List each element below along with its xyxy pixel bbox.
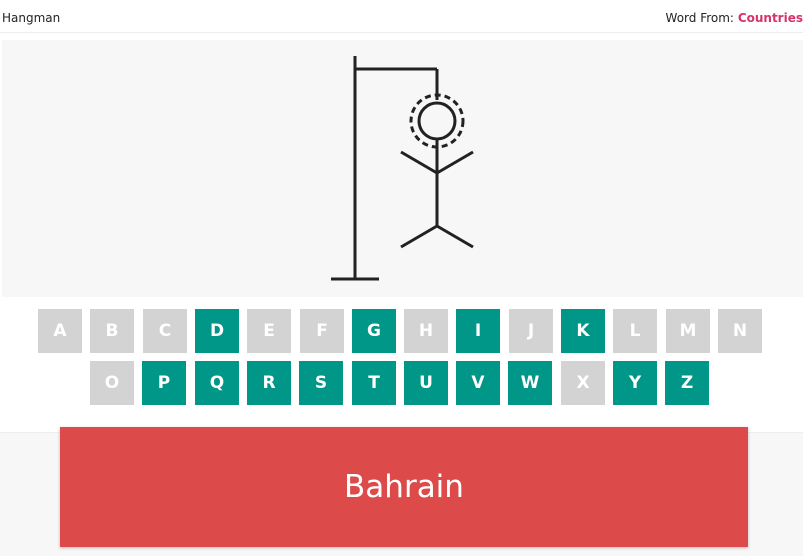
hangman-right-leg <box>436 224 474 249</box>
key-y[interactable]: Y <box>613 361 657 405</box>
key-j: J <box>509 309 553 353</box>
key-z[interactable]: Z <box>665 361 709 405</box>
result-word: Bahrain <box>344 469 464 505</box>
key-w[interactable]: W <box>508 361 552 405</box>
key-i[interactable]: I <box>456 309 500 353</box>
key-g[interactable]: G <box>352 309 396 353</box>
key-b: B <box>90 309 134 353</box>
key-p[interactable]: P <box>142 361 186 405</box>
hangman-right-arm <box>436 150 474 175</box>
key-d[interactable]: D <box>195 309 239 353</box>
hangman-drawing <box>331 56 474 281</box>
key-q[interactable]: Q <box>195 361 239 405</box>
key-a: A <box>38 309 82 353</box>
hangman-head <box>417 101 457 141</box>
hangman-stage <box>2 40 803 297</box>
key-o: O <box>90 361 134 405</box>
hangman-left-leg <box>400 224 438 249</box>
key-u[interactable]: U <box>404 361 448 405</box>
key-m: M <box>666 309 710 353</box>
key-c: C <box>143 309 187 353</box>
result-banner: Bahrain <box>60 427 748 547</box>
hangman-left-arm <box>400 150 438 175</box>
header-bar: Hangman Word From: Countries <box>0 0 803 33</box>
key-l: L <box>613 309 657 353</box>
key-e: E <box>247 309 291 353</box>
key-x: X <box>561 361 605 405</box>
key-r[interactable]: R <box>247 361 291 405</box>
key-t[interactable]: T <box>352 361 396 405</box>
key-f: F <box>300 309 344 353</box>
category-name: Countries <box>737 11 803 25</box>
app-title: Hangman <box>2 11 61 25</box>
key-v[interactable]: V <box>456 361 500 405</box>
word-from-label: Word From: Countries <box>666 11 803 25</box>
key-k[interactable]: K <box>561 309 605 353</box>
key-h: H <box>404 309 448 353</box>
key-n: N <box>718 309 762 353</box>
key-s[interactable]: S <box>299 361 343 405</box>
word-from-text: Word From: <box>665 11 734 25</box>
